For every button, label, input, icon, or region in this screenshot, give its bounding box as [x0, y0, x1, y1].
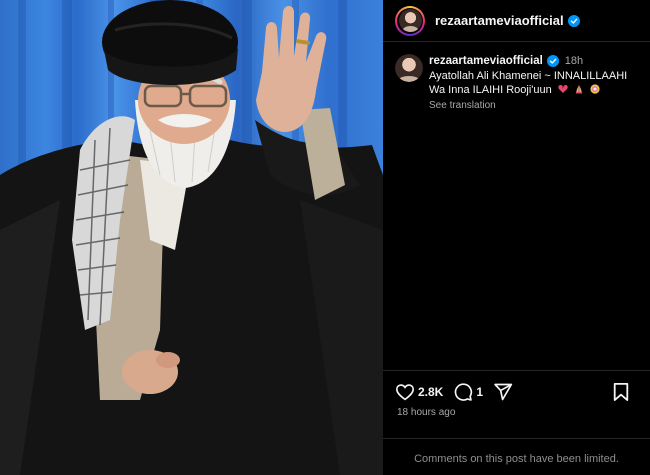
caption-timestamp[interactable]: 18h — [565, 54, 583, 68]
comment-icon[interactable] — [453, 382, 473, 402]
divider — [383, 370, 650, 371]
caption-line-1: Ayatollah Ali Khamenei ~ INNALILLAAHI — [429, 70, 628, 82]
caption: rezaartameviaofficial 18h Ayatollah Ali … — [395, 54, 640, 113]
save-action — [612, 382, 630, 402]
caption-author-avatar[interactable] — [395, 54, 423, 82]
divider — [383, 438, 650, 439]
action-bar: 2.8K 1 — [395, 380, 640, 404]
comment-count[interactable]: 1 — [476, 385, 483, 399]
avatar-picture — [398, 9, 422, 32]
caption-author-username[interactable]: rezaartameviaofficial — [429, 54, 543, 68]
avatar-picture — [395, 54, 423, 82]
like-action: 2.8K — [395, 383, 443, 401]
post-header: rezaartameviaofficial — [383, 0, 650, 42]
share-icon[interactable] — [493, 382, 513, 402]
author-avatar[interactable] — [395, 5, 425, 36]
bookmark-icon[interactable] — [612, 382, 630, 402]
post-side-panel: rezaartameviaofficial rezaartameviaoffic… — [383, 0, 650, 475]
broken-heart-icon — [558, 84, 568, 93]
caption-text: Ayatollah Ali Khamenei ~ INNALILLAAHI Wa… — [429, 69, 643, 97]
face-emoji-icon — [590, 84, 600, 94]
praying-hands-icon — [575, 85, 582, 94]
caption-line-2: Wa Inna ILAIHI Rooji'uun — [429, 84, 552, 96]
see-translation-link[interactable]: See translation — [429, 99, 643, 113]
share-action — [493, 382, 513, 402]
photo-illustration — [0, 0, 383, 475]
heart-icon[interactable] — [395, 383, 415, 401]
post-photo — [0, 0, 383, 475]
caption-body: rezaartameviaofficial 18h Ayatollah Ali … — [429, 54, 643, 113]
verified-badge-icon — [567, 14, 580, 27]
post-time-ago[interactable]: 18 hours ago — [397, 407, 455, 418]
author-username[interactable]: rezaartameviaofficial — [435, 13, 564, 28]
verified-badge-icon — [546, 55, 559, 67]
comment-action: 1 — [453, 382, 483, 402]
like-count[interactable]: 2.8K — [418, 385, 443, 399]
comments-limited-notice: Comments on this post have been limited. — [414, 453, 619, 465]
